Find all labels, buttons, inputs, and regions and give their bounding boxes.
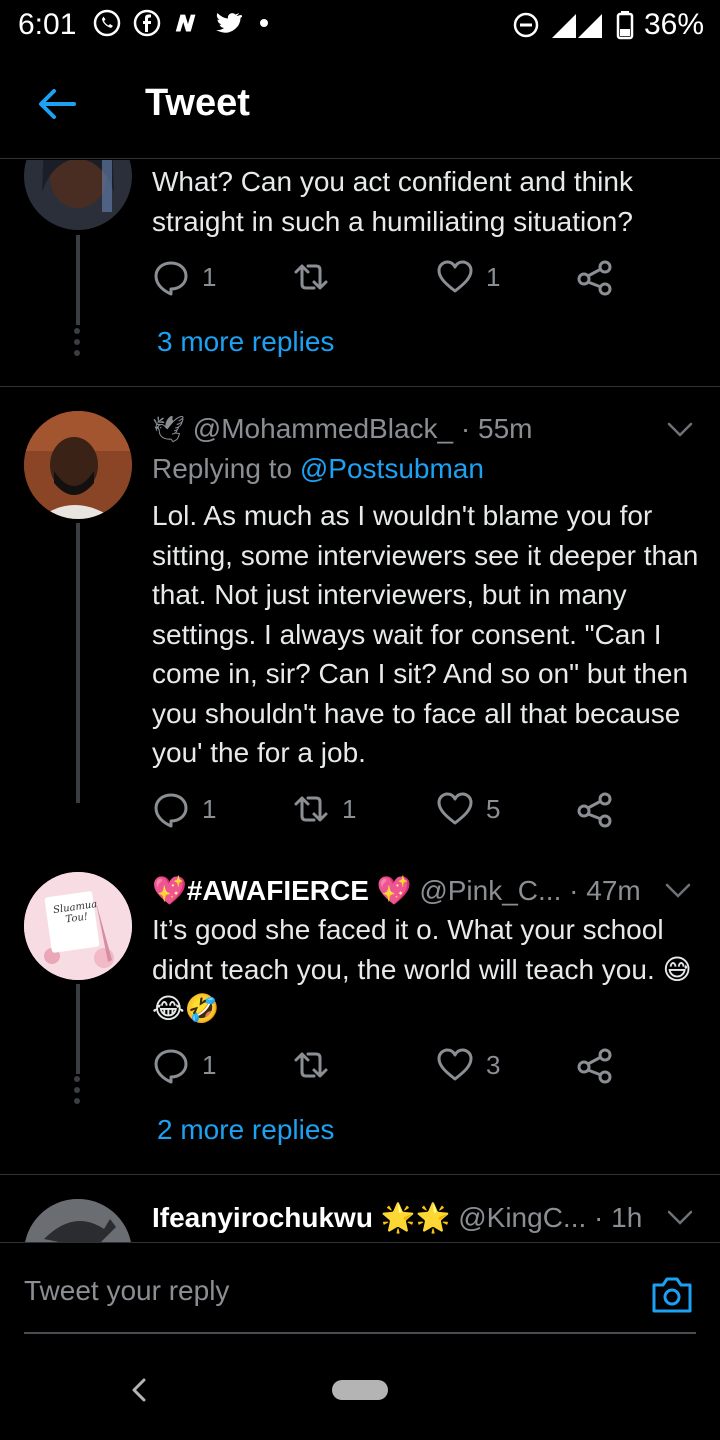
nav-back-icon[interactable] — [128, 1376, 150, 1404]
reply-button[interactable]: 1 — [152, 258, 216, 296]
system-nav-bar — [0, 1342, 720, 1440]
reply-count: 1 — [202, 261, 217, 292]
tweet-meta: 💖#AWAFIERCE 💖 @Pink_C... · 47m — [152, 874, 641, 907]
retweet-count: 1 — [342, 793, 357, 824]
app-header: Tweet — [0, 52, 720, 159]
reply-count: 1 — [202, 793, 217, 824]
tweet-text: What? Can you act confident and think st… — [152, 166, 633, 237]
replying-to-mention[interactable]: @Postsubman — [300, 453, 484, 484]
whatsapp-icon — [92, 8, 122, 38]
tweet-2[interactable]: 🕊 @MohammedBlack_ · 55m Replying to @Pos… — [0, 387, 720, 847]
heart-icon — [437, 260, 473, 293]
timestamp: · 47m — [569, 875, 641, 906]
share-icon — [577, 792, 612, 828]
reply-icon — [154, 793, 188, 828]
chevron-down-icon[interactable] — [664, 882, 692, 900]
tweet-actions: 1 1 5 — [152, 790, 622, 830]
reply-icon — [154, 1049, 188, 1084]
handle[interactable]: @Pink_C... — [419, 875, 561, 906]
avatar[interactable] — [24, 411, 132, 519]
news-icon — [172, 8, 202, 38]
battery-percent: 36% — [643, 8, 704, 41]
chevron-down-icon[interactable] — [666, 421, 694, 439]
share-button[interactable] — [576, 1046, 614, 1084]
retweet-icon — [294, 796, 328, 822]
chevron-down-icon[interactable] — [666, 1209, 694, 1227]
retweet-button[interactable] — [292, 1046, 342, 1084]
avatar[interactable] — [24, 160, 132, 230]
avatar[interactable] — [24, 1199, 132, 1242]
twitter-icon — [212, 8, 242, 38]
retweet-icon — [294, 1052, 328, 1078]
avatar[interactable]: Sluamua Tou! — [24, 872, 132, 980]
back-arrow-icon[interactable] — [34, 82, 78, 126]
tweet-3[interactable]: Sluamua Tou! 💖#AWAFIERCE 💖 @Pink_C... · … — [0, 848, 720, 1174]
thread-collapsed-dots — [74, 328, 82, 356]
like-button[interactable]: 5 — [436, 790, 500, 828]
tweet-meta: 🕊 @MohammedBlack_ · 55m — [152, 413, 532, 445]
share-icon — [577, 260, 612, 296]
like-count: 5 — [486, 793, 501, 824]
more-replies-link[interactable]: 2 more replies — [157, 1114, 334, 1146]
more-replies-link[interactable]: 3 more replies — [157, 326, 334, 358]
page-title: Tweet — [145, 82, 250, 124]
heart-icon — [437, 792, 473, 825]
tweet-actions: 1 3 — [152, 1046, 622, 1086]
retweet-button[interactable]: 1 — [292, 790, 356, 828]
signal-icon: 3G — [551, 14, 602, 38]
like-count: 3 — [486, 1049, 501, 1080]
like-button[interactable]: 3 — [436, 1046, 500, 1084]
retweet-icon — [294, 264, 328, 290]
tweet-meta: Ifeanyirochukwu 🌟🌟 @KingC... · 1h — [152, 1201, 642, 1234]
handle[interactable]: @KingC... — [458, 1202, 586, 1233]
like-count: 1 — [486, 261, 501, 292]
reply-composer: Tweet your reply — [0, 1242, 720, 1342]
status-bar: 6:01 3G 36% — [0, 0, 720, 52]
heart-icon — [437, 1048, 473, 1081]
camera-icon[interactable] — [650, 1275, 694, 1315]
tweet-actions: 1 1 — [152, 258, 622, 298]
thread-line — [76, 523, 80, 803]
display-name[interactable]: Ifeanyirochukwu 🌟🌟 — [152, 1202, 450, 1233]
tweet-text: It’s good she faced it o. What your scho… — [152, 914, 692, 1024]
retweet-button[interactable] — [292, 258, 342, 296]
more-notifications-dot — [260, 19, 268, 27]
svg-text:3G: 3G — [578, 16, 592, 27]
thread-line — [76, 235, 80, 325]
reply-input[interactable]: Tweet your reply — [24, 1275, 229, 1307]
facebook-icon — [132, 8, 162, 38]
status-time: 6:01 — [18, 8, 77, 41]
reply-input-underline — [24, 1332, 696, 1334]
timestamp: · 55m — [460, 413, 533, 444]
share-button[interactable] — [576, 258, 614, 296]
tweet-text: Lol. As much as I wouldn't blame you for… — [152, 500, 699, 768]
display-name[interactable]: 💖#AWAFIERCE 💖 — [152, 875, 412, 906]
like-button[interactable]: 1 — [436, 258, 500, 296]
share-button[interactable] — [576, 790, 614, 828]
replying-to: Replying to @Postsubman — [152, 453, 484, 485]
reply-icon — [154, 261, 188, 296]
reply-count: 1 — [202, 1049, 217, 1080]
tweet-4[interactable]: Ifeanyirochukwu 🌟🌟 @KingC... · 1h — [0, 1175, 720, 1242]
thread-collapsed-dots — [74, 1076, 82, 1104]
replying-prefix: Replying to — [152, 453, 300, 484]
reply-button[interactable]: 1 — [152, 790, 216, 828]
handle[interactable]: @MohammedBlack_ — [193, 413, 453, 444]
share-icon — [577, 1048, 612, 1084]
reply-timeline[interactable]: What? Can you act confident and think st… — [0, 160, 720, 1242]
nav-home-pill[interactable] — [332, 1380, 388, 1400]
reply-button[interactable]: 1 — [152, 1046, 216, 1084]
dnd-icon — [513, 12, 539, 38]
system-icons: 3G 36% — [512, 8, 704, 42]
tweet-1[interactable]: What? Can you act confident and think st… — [0, 160, 720, 386]
dove-emoji: 🕊 — [152, 414, 186, 444]
battery-icon — [616, 11, 634, 40]
notification-icons — [92, 8, 268, 38]
timestamp: · 1h — [594, 1202, 643, 1233]
thread-line — [76, 984, 80, 1074]
